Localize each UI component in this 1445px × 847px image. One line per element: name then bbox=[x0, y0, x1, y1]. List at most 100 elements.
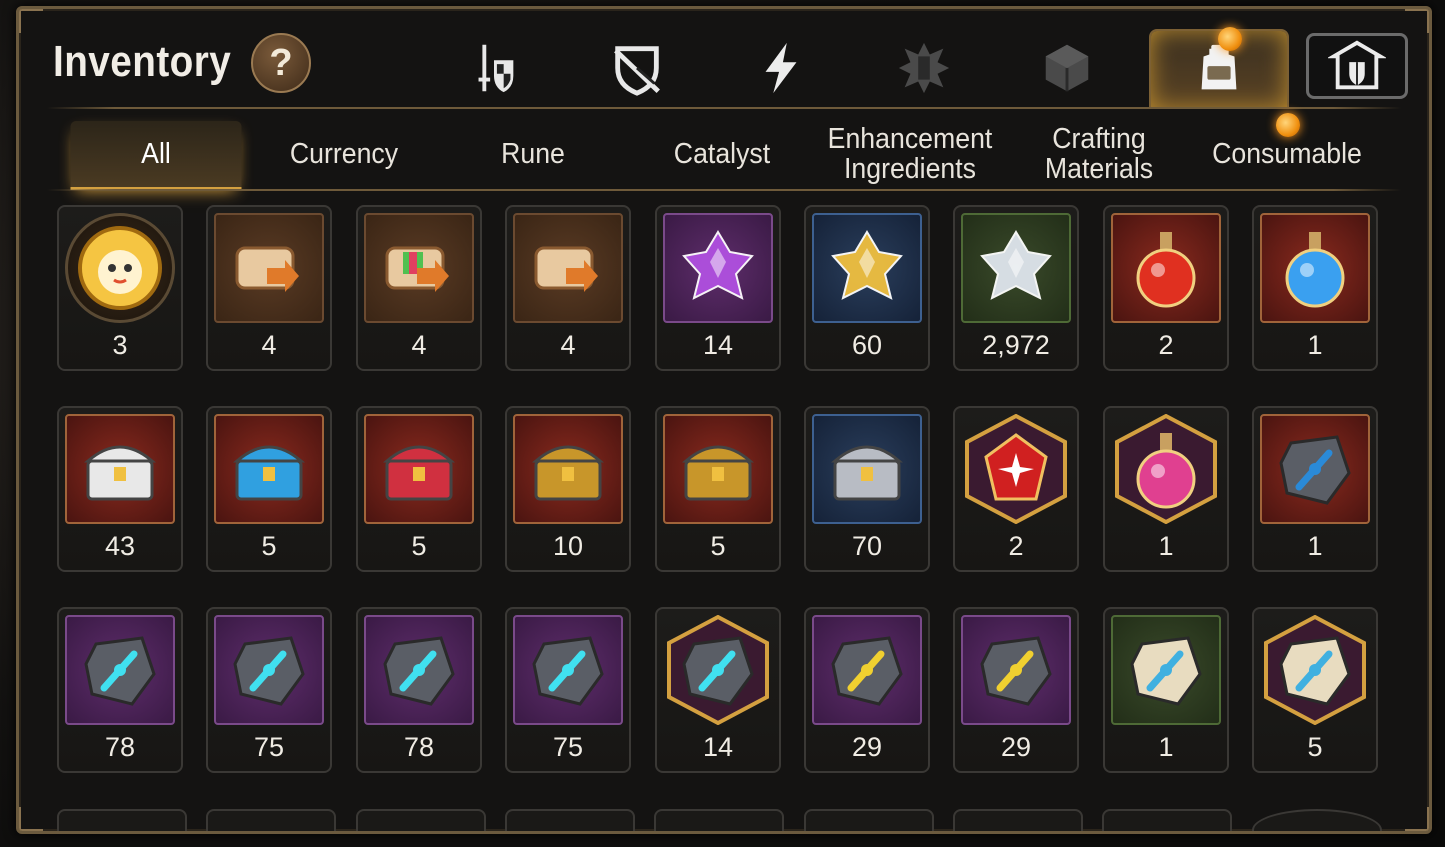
item-slot[interactable]: 75 bbox=[505, 607, 631, 773]
sword-rune-icon bbox=[84, 636, 156, 706]
boot-rune-icon bbox=[532, 636, 604, 706]
frame-corner bbox=[1405, 807, 1429, 831]
emblem-icon bbox=[898, 42, 950, 94]
item-slot[interactable]: 3 bbox=[57, 205, 183, 371]
item-slot[interactable]: 1 bbox=[1252, 406, 1378, 572]
item-slot[interactable]: 2 bbox=[1103, 205, 1229, 371]
artifact-shield-icon bbox=[614, 46, 660, 96]
item-count: 29 bbox=[851, 732, 883, 762]
item-slot[interactable]: 14 bbox=[655, 607, 781, 773]
item-count: 1 bbox=[1158, 531, 1174, 561]
upgrade-scroll-icon bbox=[235, 246, 299, 292]
gold-trim-chest-icon bbox=[532, 445, 604, 501]
item-slot[interactable]: 5 bbox=[655, 406, 781, 572]
item-frame bbox=[65, 615, 175, 725]
red-chest-icon bbox=[383, 445, 455, 501]
item-slot[interactable]: 29 bbox=[804, 607, 930, 773]
item-slot-partial[interactable] bbox=[1102, 809, 1232, 831]
item-slot[interactable]: 5 bbox=[356, 406, 482, 572]
item-count: 2,972 bbox=[982, 330, 1050, 360]
tab-hero-gear[interactable] bbox=[429, 29, 559, 107]
item-slot[interactable]: 5 bbox=[206, 406, 332, 572]
tab-artifact[interactable] bbox=[572, 29, 702, 107]
blue-chest-icon bbox=[233, 445, 305, 501]
item-slot[interactable]: 1 bbox=[1103, 607, 1229, 773]
star-potion-icon bbox=[1285, 232, 1345, 308]
item-slot[interactable]: 4 bbox=[356, 205, 482, 371]
mascot-coin-icon bbox=[78, 226, 162, 310]
item-frame bbox=[1111, 414, 1221, 524]
tab-guild[interactable] bbox=[1306, 33, 1408, 99]
star-rune-icon bbox=[682, 636, 754, 706]
item-count: 2 bbox=[1158, 330, 1174, 360]
item-count: 5 bbox=[710, 531, 726, 561]
item-frame bbox=[214, 615, 324, 725]
item-slot[interactable]: 29 bbox=[953, 607, 1079, 773]
item-slot-partial[interactable] bbox=[804, 809, 934, 831]
hero-gear-icon bbox=[478, 44, 514, 93]
item-slot[interactable]: 10 bbox=[505, 406, 631, 572]
item-frame bbox=[961, 213, 1071, 323]
item-count: 14 bbox=[702, 330, 734, 360]
item-frame bbox=[214, 213, 324, 323]
armor-rune-icon bbox=[383, 636, 455, 706]
item-frame bbox=[961, 414, 1071, 524]
item-frame bbox=[1111, 213, 1221, 323]
item-slot[interactable]: 14 bbox=[655, 205, 781, 371]
item-slot[interactable]: 2,972 bbox=[953, 205, 1079, 371]
item-slot-partial[interactable] bbox=[953, 809, 1083, 831]
item-slot[interactable]: 60 bbox=[804, 205, 930, 371]
item-frame bbox=[364, 213, 474, 323]
tab-skill[interactable] bbox=[716, 29, 846, 107]
item-slot[interactable]: 78 bbox=[356, 607, 482, 773]
item-slot-partial[interactable] bbox=[505, 809, 635, 831]
help-button[interactable]: ? bbox=[251, 33, 311, 93]
item-count: 5 bbox=[261, 531, 277, 561]
tab-catalyst[interactable]: Catalyst bbox=[636, 121, 807, 187]
upgrade-scroll-icon bbox=[534, 246, 598, 292]
item-frame bbox=[513, 615, 623, 725]
item-slot[interactable]: 4 bbox=[206, 205, 332, 371]
item-slot[interactable]: 1 bbox=[1252, 205, 1378, 371]
slash-gold-rune-icon bbox=[980, 636, 1052, 706]
item-slot[interactable]: 78 bbox=[57, 607, 183, 773]
item-count: 5 bbox=[411, 531, 427, 561]
item-slot-partial[interactable] bbox=[57, 809, 187, 831]
item-frame bbox=[663, 213, 773, 323]
item-slot[interactable]: 1 bbox=[1103, 406, 1229, 572]
item-count: 70 bbox=[851, 531, 883, 561]
item-frame bbox=[663, 414, 773, 524]
stone-star-rune-icon bbox=[1279, 636, 1351, 706]
item-count: 29 bbox=[1000, 732, 1032, 762]
item-count: 14 bbox=[702, 732, 734, 762]
item-count: 10 bbox=[552, 531, 584, 561]
tab-crafting-materials[interactable]: Crafting Materials bbox=[1013, 121, 1184, 187]
hammer-rune-icon bbox=[1279, 435, 1351, 505]
item-slot-partial[interactable] bbox=[654, 809, 784, 831]
item-frame bbox=[663, 615, 773, 725]
item-slot-partial[interactable] bbox=[206, 809, 336, 831]
item-slot-partial[interactable] bbox=[1252, 809, 1382, 831]
tab-rune[interactable]: Rune bbox=[447, 121, 618, 187]
item-slot[interactable]: 2 bbox=[953, 406, 1079, 572]
item-slot[interactable]: 4 bbox=[505, 205, 631, 371]
item-count: 78 bbox=[104, 732, 136, 762]
tab-currency[interactable]: Currency bbox=[258, 121, 429, 187]
item-count: 1 bbox=[1158, 732, 1174, 762]
item-slot[interactable]: 5 bbox=[1252, 607, 1378, 773]
tab-all[interactable]: All bbox=[70, 121, 242, 190]
item-count: 5 bbox=[1307, 732, 1323, 762]
item-slot[interactable]: 70 bbox=[804, 406, 930, 572]
item-frame bbox=[812, 414, 922, 524]
silver-chest-icon bbox=[831, 445, 903, 501]
hammer-gold-rune-icon bbox=[831, 636, 903, 706]
tab-emblem[interactable] bbox=[859, 29, 989, 107]
rainbow-upgrade-scroll-icon bbox=[385, 246, 449, 292]
tab-cube[interactable] bbox=[1002, 29, 1132, 107]
item-count: 43 bbox=[104, 531, 136, 561]
item-slot-partial[interactable] bbox=[356, 809, 486, 831]
tab-enhancement-ingredients[interactable]: Enhancement Ingredients bbox=[824, 121, 995, 187]
item-slot[interactable]: 43 bbox=[57, 406, 183, 572]
item-slot[interactable]: 75 bbox=[206, 607, 332, 773]
item-count: 60 bbox=[851, 330, 883, 360]
